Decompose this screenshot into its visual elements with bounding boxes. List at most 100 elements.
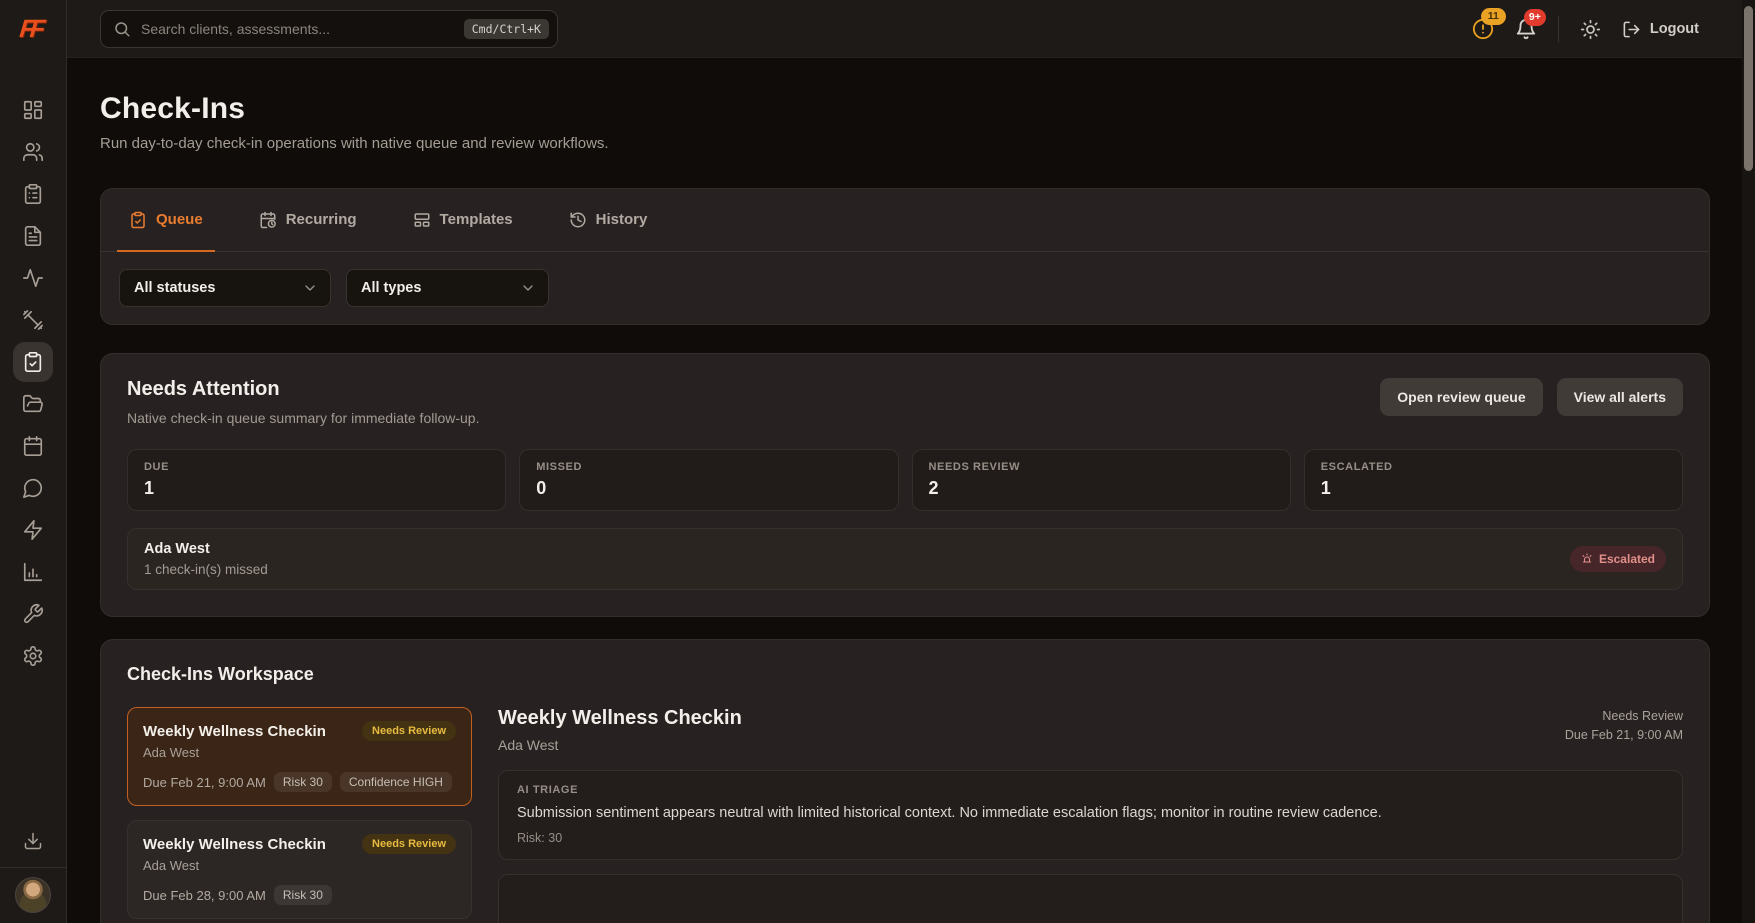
needs-attention-title: Needs Attention bbox=[127, 378, 479, 401]
detail-title: Weekly Wellness Checkin bbox=[498, 707, 742, 730]
app-logo[interactable]: FF bbox=[0, 0, 69, 58]
download-button[interactable] bbox=[0, 831, 66, 851]
sidebar-item-tools[interactable] bbox=[13, 594, 53, 634]
risk-pill: Risk 30 bbox=[274, 885, 332, 905]
tab-recurring[interactable]: Recurring bbox=[247, 189, 369, 252]
stat-value: 1 bbox=[144, 478, 489, 499]
ai-triage-text: Submission sentiment appears neutral wit… bbox=[517, 805, 1664, 821]
status-filter-select[interactable]: All statuses bbox=[119, 269, 331, 307]
page-scrollbar[interactable] bbox=[1742, 0, 1755, 923]
stat-label: MISSED bbox=[536, 461, 881, 473]
sidebar-item-analytics[interactable] bbox=[13, 552, 53, 592]
tab-queue-label: Queue bbox=[156, 211, 203, 228]
history-tab-icon bbox=[569, 211, 587, 229]
stat-missed: MISSED 0 bbox=[519, 449, 898, 511]
queue-stats: DUE 1 MISSED 0 NEEDS REVIEW 2 ESCALATED … bbox=[127, 449, 1683, 511]
detail-header-left: Weekly Wellness Checkin Ada West bbox=[498, 707, 742, 753]
tab-templates-label: Templates bbox=[440, 211, 513, 228]
search-icon bbox=[113, 20, 131, 38]
search-input[interactable] bbox=[141, 21, 454, 37]
queue-toolbar-card: Queue Recurring Templates History All st… bbox=[100, 188, 1710, 325]
queue-item-title: Weekly Wellness Checkin bbox=[143, 836, 326, 853]
scrollbar-thumb[interactable] bbox=[1744, 6, 1753, 171]
queue-item[interactable]: Weekly Wellness Checkin Needs Review Ada… bbox=[127, 820, 472, 919]
tab-history[interactable]: History bbox=[557, 189, 660, 252]
stat-label: ESCALATED bbox=[1321, 461, 1666, 473]
ai-triage-box: AI TRIAGE Submission sentiment appears n… bbox=[498, 770, 1683, 860]
notifications-count-badge: 9+ bbox=[1524, 9, 1546, 26]
sidebar-item-calendar[interactable] bbox=[13, 426, 53, 466]
escalated-badge-label: Escalated bbox=[1599, 552, 1655, 566]
workspace-title: Check-Ins Workspace bbox=[127, 664, 1683, 685]
type-filter-select[interactable]: All types bbox=[346, 269, 549, 307]
search-shortcut-badge: Cmd/Ctrl+K bbox=[464, 19, 549, 39]
view-all-alerts-button[interactable]: View all alerts bbox=[1557, 378, 1683, 416]
escalated-badge: Escalated bbox=[1570, 546, 1666, 572]
needs-attention-subtitle: Native check-in queue summary for immedi… bbox=[127, 410, 479, 426]
queue-item-client: Ada West bbox=[143, 858, 456, 873]
queue-list: Weekly Wellness Checkin Needs Review Ada… bbox=[127, 707, 472, 923]
tab-templates[interactable]: Templates bbox=[401, 189, 525, 252]
activity-icon bbox=[22, 267, 44, 289]
confidence-pill: Confidence HIGH bbox=[340, 772, 452, 792]
queue-item[interactable]: Weekly Wellness Checkin Needs Review Ada… bbox=[127, 707, 472, 806]
stat-value: 1 bbox=[1321, 478, 1666, 499]
page-title: Check-Ins bbox=[100, 92, 1710, 126]
stat-value: 2 bbox=[929, 478, 1274, 499]
queue-filters: All statuses All types bbox=[101, 252, 1709, 324]
needs-review-badge: Needs Review bbox=[362, 834, 456, 854]
sidebar-item-documents[interactable] bbox=[13, 216, 53, 256]
calendar-icon bbox=[22, 435, 44, 457]
training-icon bbox=[22, 309, 44, 331]
files-icon bbox=[22, 393, 44, 415]
open-review-queue-button[interactable]: Open review queue bbox=[1380, 378, 1542, 416]
detail-due: Due Feb 21, 9:00 AM bbox=[1565, 726, 1683, 745]
sidebar-item-files[interactable] bbox=[13, 384, 53, 424]
sidebar-item-automations[interactable] bbox=[13, 510, 53, 550]
status-filter-value: All statuses bbox=[134, 280, 215, 296]
sidebar-item-messages[interactable] bbox=[13, 468, 53, 508]
stat-needs-review: NEEDS REVIEW 2 bbox=[912, 449, 1291, 511]
logout-button[interactable]: Logout bbox=[1622, 20, 1699, 39]
type-filter-value: All types bbox=[361, 280, 421, 296]
sidebar-item-check-ins[interactable] bbox=[13, 342, 53, 382]
dashboard-icon bbox=[22, 99, 44, 121]
detail-status: Needs Review bbox=[1565, 707, 1683, 726]
risk-pill: Risk 30 bbox=[274, 772, 332, 792]
ai-triage-risk: Risk: 30 bbox=[517, 831, 1664, 845]
workspace-card: Check-Ins Workspace Weekly Wellness Chec… bbox=[100, 639, 1710, 923]
search-bar[interactable]: Cmd/Ctrl+K bbox=[100, 10, 558, 48]
sidebar-footer bbox=[0, 831, 66, 923]
sidebar-item-assessments[interactable] bbox=[13, 174, 53, 214]
sidebar-item-clients[interactable] bbox=[13, 132, 53, 172]
topbar-divider bbox=[1558, 16, 1559, 42]
sidebar-item-dashboard[interactable] bbox=[13, 90, 53, 130]
sidebar-item-activity[interactable] bbox=[13, 258, 53, 298]
clients-icon bbox=[22, 141, 44, 163]
recurring-tab-icon bbox=[259, 211, 277, 229]
stat-due: DUE 1 bbox=[127, 449, 506, 511]
checkins-icon bbox=[22, 351, 44, 373]
topbar: Cmd/Ctrl+K 11 9+ Logout bbox=[67, 0, 1755, 58]
alerts-count-badge: 11 bbox=[1481, 8, 1506, 25]
needs-review-badge: Needs Review bbox=[362, 721, 456, 741]
queue-item-title: Weekly Wellness Checkin bbox=[143, 723, 326, 740]
attention-alert-row[interactable]: Ada West 1 check-in(s) missed Escalated bbox=[127, 528, 1683, 590]
notifications-button[interactable]: 9+ bbox=[1515, 18, 1537, 40]
checkins-tabs: Queue Recurring Templates History bbox=[101, 189, 1709, 252]
alert-info: Ada West 1 check-in(s) missed bbox=[144, 541, 268, 577]
needs-attention-actions: Open review queue View all alerts bbox=[1380, 378, 1683, 416]
theme-toggle-button[interactable] bbox=[1580, 19, 1601, 40]
avatar[interactable] bbox=[15, 877, 51, 913]
checkin-detail-panel: Weekly Wellness Checkin Ada West Needs R… bbox=[498, 707, 1683, 923]
tab-history-label: History bbox=[596, 211, 648, 228]
detail-client: Ada West bbox=[498, 737, 742, 753]
sidebar-item-settings[interactable] bbox=[13, 636, 53, 676]
tab-queue[interactable]: Queue bbox=[117, 189, 215, 252]
alerts-button[interactable]: 11 bbox=[1472, 18, 1494, 40]
sidebar-item-training[interactable] bbox=[13, 300, 53, 340]
topbar-actions: 11 9+ Logout bbox=[1472, 0, 1699, 58]
logout-icon bbox=[1622, 20, 1641, 39]
analytics-icon bbox=[22, 561, 44, 583]
alert-client-name: Ada West bbox=[144, 541, 268, 557]
